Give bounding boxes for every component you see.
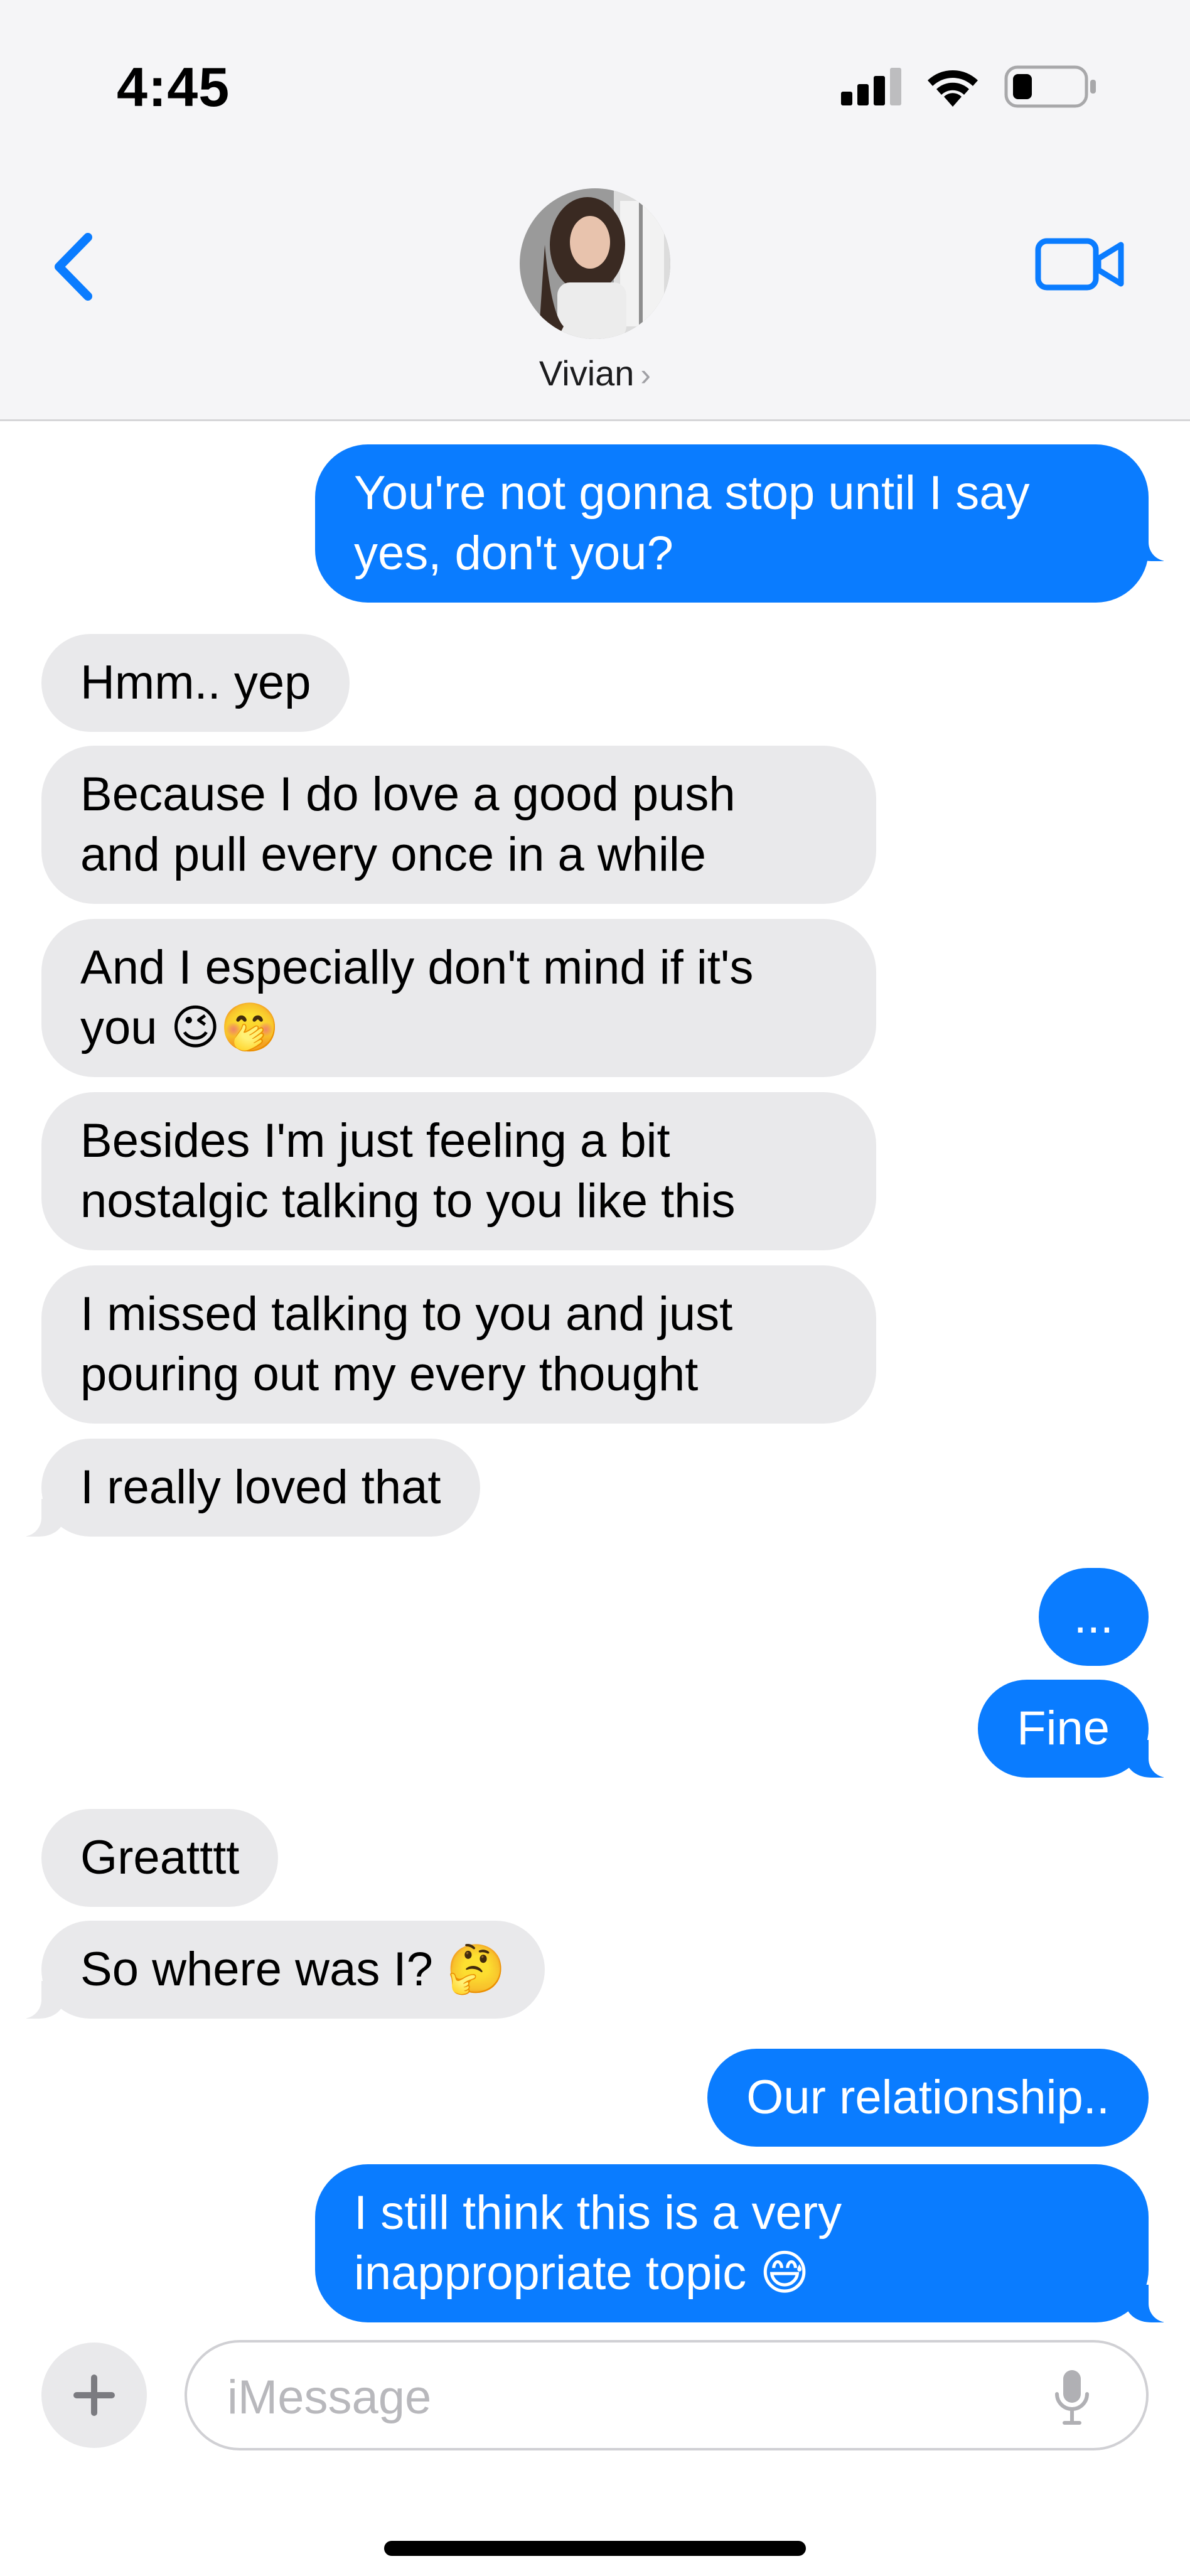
message-line: pouring out my every thought — [80, 1348, 699, 1401]
apps-plus-button[interactable] — [41, 2343, 147, 2448]
conversation-header: Vivian › — [0, 157, 1190, 421]
message-bubble-incoming[interactable]: I missed talking to you and just pouring… — [41, 1265, 876, 1424]
imessage-field[interactable] — [185, 2340, 1149, 2450]
message-line: You're not gonna stop until I say — [354, 466, 1030, 520]
message-line: you 😉🤭 — [80, 1001, 280, 1055]
message-bubble-incoming[interactable]: Hmm.. yep — [41, 634, 350, 732]
video-camera-icon[interactable] — [1029, 232, 1130, 295]
message-line: I really loved that — [80, 1461, 441, 1514]
status-time: 4:45 — [117, 56, 230, 118]
message-bubble-outgoing[interactable]: You're not gonna stop until I say yes, d… — [315, 444, 1149, 603]
message-bubble-outgoing[interactable]: Our relationship.. — [707, 2049, 1149, 2147]
message-bubble-outgoing[interactable]: Fine — [978, 1680, 1174, 1778]
message-bubble-incoming[interactable]: Greatttt — [41, 1809, 279, 1907]
message-line: Greatttt — [80, 1831, 240, 1884]
back-chevron-icon[interactable] — [44, 226, 100, 308]
microphone-icon[interactable] — [1053, 2369, 1091, 2427]
message-line: I missed talking to you and just — [80, 1287, 733, 1341]
contact-name-button[interactable]: Vivian › — [0, 353, 1190, 394]
contact-avatar[interactable] — [520, 188, 670, 339]
status-bar: 4:45 — [0, 0, 1190, 157]
message-bubble-outgoing[interactable]: I still think this is a very inappropria… — [315, 2164, 1174, 2322]
message-line: yes, don't you? — [354, 527, 673, 580]
message-line: Because I do love a good push — [80, 768, 736, 821]
plus-icon — [73, 2375, 115, 2416]
message-bubble-incoming[interactable]: I really loved that — [16, 1439, 480, 1537]
message-line: and pull every once in a while — [80, 828, 707, 881]
message-line: nostalgic talking to you like this — [80, 1174, 736, 1228]
chevron-right-icon: › — [640, 357, 651, 392]
composer-bar — [0, 2322, 1190, 2576]
message-line: So where was I? 🤔 — [80, 1943, 506, 1996]
message-line: Hmm.. yep — [80, 656, 311, 709]
message-line: ... — [1073, 1590, 1113, 1643]
signal-icon — [841, 68, 901, 105]
message-line: Besides I'm just feeling a bit — [80, 1114, 670, 1167]
contact-name: Vivian — [539, 353, 635, 393]
message-thread[interactable]: You're not gonna stop until I say yes, d… — [0, 419, 1190, 2322]
message-line: inappropriate topic 😅 — [354, 2246, 810, 2300]
message-bubble-incoming[interactable]: So where was I? 🤔 — [16, 1921, 545, 2019]
message-bubble-incoming[interactable]: And I especially don't mind if it's you … — [41, 919, 876, 1077]
message-line: Our relationship.. — [746, 2071, 1110, 2124]
message-line: Fine — [1017, 1702, 1110, 1755]
message-line: And I especially don't mind if it's — [80, 941, 754, 994]
message-bubble-incoming[interactable]: Because I do love a good push and pull e… — [41, 746, 876, 904]
message-line: I still think this is a very — [354, 2186, 842, 2240]
message-bubble-incoming[interactable]: Besides I'm just feeling a bit nostalgic… — [41, 1092, 876, 1250]
battery-icon — [1004, 65, 1096, 108]
message-bubble-outgoing[interactable]: ... — [1038, 1568, 1149, 1666]
home-indicator[interactable] — [384, 2541, 806, 2556]
message-input[interactable] — [226, 2368, 1044, 2427]
wifi-icon — [928, 70, 978, 107]
